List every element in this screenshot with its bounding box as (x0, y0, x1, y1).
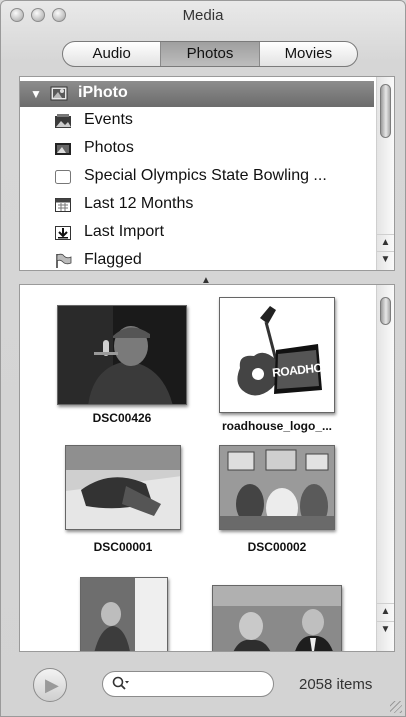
import-icon (54, 225, 72, 241)
source-list: ▼ iPhoto Events Photos Special Olympics … (19, 76, 395, 271)
media-type-tabs: Audio Photos Movies (62, 41, 358, 67)
play-button[interactable]: ▶ (33, 668, 67, 702)
photo-grid-scrollbar[interactable]: ▲ ▼ (376, 285, 394, 651)
photo-thumbnail[interactable] (57, 305, 187, 405)
source-item-label: Last 12 Months (84, 195, 194, 212)
scroll-down-arrow-icon[interactable]: ▼ (377, 251, 394, 268)
album-icon (54, 169, 72, 185)
source-item-events[interactable]: Events (20, 108, 374, 136)
source-list-scrollbar[interactable]: ▲ ▼ (376, 77, 394, 270)
window-title: Media (182, 7, 224, 24)
photo-caption: roadhouse_logo_... (221, 419, 332, 433)
calendar-icon (54, 197, 72, 213)
photo-thumbnail[interactable] (212, 585, 342, 651)
photo-thumbnail[interactable]: ROADHOUSE (219, 297, 335, 413)
source-item-flagged[interactable]: Flagged (20, 248, 374, 270)
source-item-label: Last Import (84, 223, 165, 240)
photo-caption: DSC00001 (93, 540, 153, 554)
item-count: 2058 items (299, 676, 373, 693)
source-item-iphoto[interactable]: ▼ iPhoto (20, 81, 374, 107)
resize-grip-icon[interactable] (390, 701, 402, 713)
tab-photos[interactable]: Photos (160, 42, 259, 66)
source-item-last-12-months[interactable]: Last 12 Months (20, 192, 374, 220)
photo-grid: DSC00426 ROADHOUSE roadhouse_logo_... DS… (19, 284, 395, 652)
source-item-label: Flagged (84, 251, 142, 268)
flag-icon (54, 253, 72, 269)
iphoto-icon (50, 85, 68, 102)
scroll-down-arrow-icon[interactable]: ▼ (377, 621, 394, 638)
search-field[interactable] (102, 671, 274, 697)
source-item-last-import[interactable]: Last Import (20, 220, 374, 248)
source-item-album[interactable]: Special Olympics State Bowling ... (20, 164, 374, 192)
scroll-up-arrow-icon[interactable]: ▲ (377, 603, 394, 620)
scroll-thumb[interactable] (380, 84, 391, 138)
disclosure-triangle-icon[interactable]: ▼ (30, 87, 42, 101)
scroll-up-arrow-icon[interactable]: ▲ (377, 234, 394, 251)
source-item-label: iPhoto (78, 84, 128, 101)
source-item-label: Events (84, 111, 133, 128)
photo-thumbnail[interactable] (80, 577, 168, 651)
events-icon (54, 113, 72, 129)
media-browser-window: Media Audio Photos Movies ▼ iPhoto Event… (0, 0, 406, 717)
scroll-thumb[interactable] (380, 297, 391, 325)
bottom-toolbar: ▶ 2058 items (1, 653, 405, 716)
photos-icon (54, 141, 72, 157)
photo-caption: DSC00002 (247, 540, 307, 554)
photo-caption: DSC00426 (92, 411, 152, 425)
title-bar: Media (1, 1, 405, 33)
source-item-label: Photos (84, 139, 134, 156)
tab-movies[interactable]: Movies (258, 42, 357, 66)
source-item-photos[interactable]: Photos (20, 136, 374, 164)
photo-thumbnail[interactable] (65, 445, 181, 530)
play-icon: ▶ (45, 675, 59, 695)
photo-thumbnail[interactable] (219, 445, 335, 530)
tab-audio[interactable]: Audio (63, 42, 160, 66)
search-icon (112, 676, 130, 697)
source-item-label: Special Olympics State Bowling ... (84, 167, 327, 184)
search-input[interactable] (135, 675, 267, 695)
